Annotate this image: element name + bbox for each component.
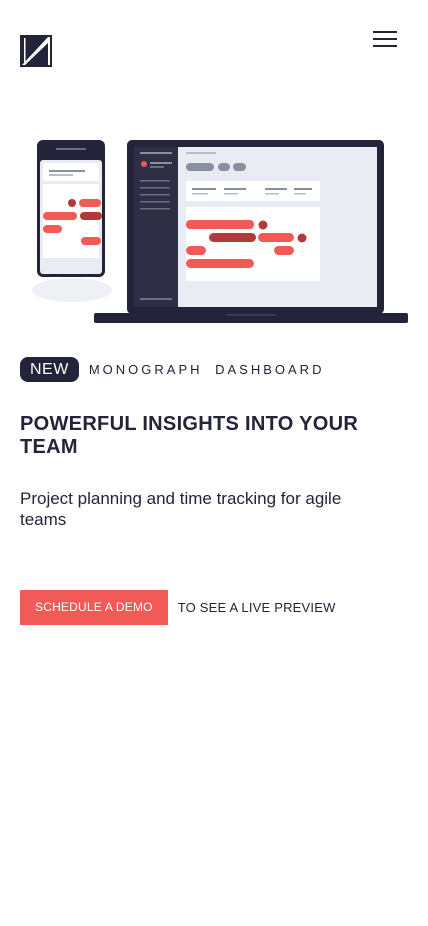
dashboard-devices-illustration bbox=[32, 140, 408, 323]
k-logo-icon[interactable] bbox=[20, 35, 52, 67]
landing-page: NEW MONOGRAPH DASHBOARD POWERFUL INSIGHT… bbox=[0, 0, 428, 926]
new-badge: NEW bbox=[20, 357, 79, 382]
product-name: MONOGRAPH DASHBOARD bbox=[88, 362, 325, 377]
hamburger-menu-icon[interactable] bbox=[371, 28, 399, 50]
page-title: POWERFUL INSIGHTS INTO YOUR TEAM bbox=[20, 413, 359, 458]
page-subtitle: Project planning and time tracking for a… bbox=[20, 489, 342, 529]
schedule-demo-button[interactable]: SCHEDULE A DEMO bbox=[20, 590, 168, 625]
cta-suffix-text: TO SEE A LIVE PREVIEW bbox=[177, 600, 336, 615]
cta-row: SCHEDULE A DEMO TO SEE A LIVE PREVIEW bbox=[20, 590, 336, 625]
product-tag-row: NEW MONOGRAPH DASHBOARD bbox=[20, 357, 324, 382]
